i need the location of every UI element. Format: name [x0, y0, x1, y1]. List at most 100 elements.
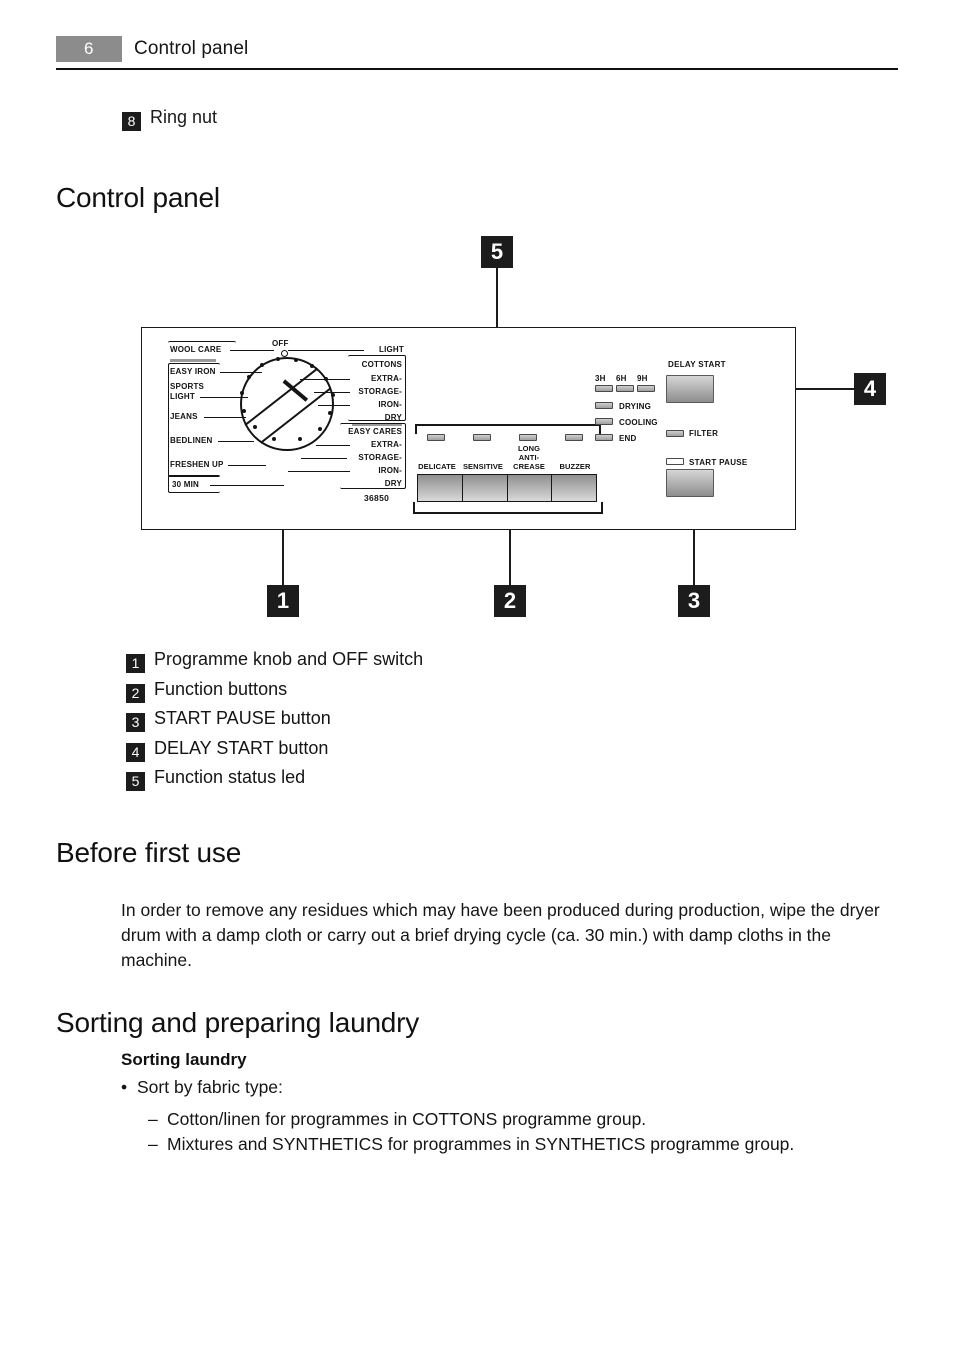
knob-leader-easy-storage	[301, 458, 347, 460]
dash-icon: –	[148, 1109, 158, 1129]
programme-knob-assembly: OFF WOOL CARE EASY IRON SPORTS LIGHT JEA…	[168, 339, 406, 503]
led-cooling	[595, 418, 613, 425]
callout-4-leader-line	[690, 388, 856, 390]
control-panel-outline	[141, 327, 796, 530]
knob-leader-jeans	[204, 417, 246, 419]
led-9h	[637, 385, 655, 392]
hour-label-9h: 9H	[637, 374, 648, 383]
legend-item-2: 2 Function buttons	[126, 675, 646, 705]
heading-before-first-use: Before first use	[56, 836, 242, 868]
status-label-drying: DRYING	[619, 402, 652, 411]
knob-leader-wool-care	[230, 350, 274, 352]
knob-tick	[310, 364, 314, 368]
legend-number-5: 5	[126, 772, 145, 791]
before-first-use-paragraph: In order to remove any residues which ma…	[121, 899, 880, 970]
callout-5: 5	[481, 236, 513, 268]
legend-label-1: Programme knob and OFF switch	[154, 649, 424, 669]
page-number: 6	[56, 36, 122, 62]
knob-tick	[260, 363, 264, 367]
function-status-led-bracket	[415, 424, 601, 434]
knob-label-bedlinen: BEDLINEN	[170, 436, 213, 445]
led-start-pause	[666, 458, 684, 465]
led-filter	[666, 430, 684, 437]
knob-leader-easy-iron-2	[288, 471, 350, 473]
knob-leader-cottons-storage	[314, 392, 350, 394]
led-delicate	[427, 434, 445, 441]
function-label-long: LONG	[517, 444, 541, 453]
function-label-buzzer: BUZZER	[559, 462, 591, 471]
bullet-text: Sort by fabric type:	[137, 1077, 283, 1097]
knob-label-cottons-iron: IRON-	[378, 400, 402, 409]
knob-band-icon	[240, 357, 334, 451]
dash-text-1: Cotton/linen for programmes in COTTONS p…	[167, 1109, 647, 1129]
knob-leader-easy-iron	[220, 372, 262, 374]
sensitive-button[interactable]	[462, 475, 508, 501]
legend-number-1: 1	[126, 654, 145, 673]
knob-group-bar-2	[352, 423, 402, 426]
start-pause-label: START PAUSE	[689, 458, 748, 467]
legend-item-1: 1 Programme knob and OFF switch	[126, 645, 646, 675]
hour-label-3h: 3H	[595, 374, 606, 383]
ring-nut-number: 8	[122, 112, 141, 131]
buzzer-button[interactable]	[552, 475, 596, 501]
knob-leader-easy-extra	[316, 445, 350, 447]
knob-label-easy-iron-2: IRON-	[378, 466, 402, 475]
knob-group-wool-care-top	[168, 341, 236, 359]
knob-leader-cottons-iron	[318, 405, 350, 407]
callout-2-leader-line	[509, 508, 511, 586]
led-end	[595, 434, 613, 441]
status-label-end: END	[619, 434, 637, 443]
callout-3-leader-line	[693, 487, 695, 586]
delay-start-button[interactable]	[666, 375, 714, 403]
subheading-sorting-laundry: Sorting laundry	[121, 1050, 247, 1069]
led-sensitive	[473, 434, 491, 441]
hour-label-6h: 6H	[616, 374, 627, 383]
knob-label-easy-cares: EASY CARES	[348, 427, 402, 436]
led-buzzer	[565, 434, 583, 441]
knob-leader-bedlinen	[218, 441, 254, 443]
long-anti-crease-button[interactable]	[507, 475, 553, 501]
knob-label-sports: SPORTS	[170, 382, 205, 391]
knob-tick	[328, 411, 332, 415]
knob-label-off: OFF	[272, 339, 289, 348]
bullet-dot-icon: •	[121, 1077, 128, 1097]
dash-text-2: Mixtures and SYNTHETICS for programmes i…	[167, 1134, 795, 1154]
legend-item-5: 5 Function status led	[126, 763, 646, 793]
led-drying	[595, 402, 613, 409]
knob-tick	[294, 358, 298, 362]
ring-nut-item: 8 Ring nut	[122, 106, 217, 131]
knob-leader-light-right	[288, 350, 364, 352]
knob-group-easy-cares	[340, 423, 406, 489]
function-label-delicate: DELICATE	[418, 462, 456, 471]
knob-leader-30-min	[210, 485, 284, 487]
led-6h	[616, 385, 634, 392]
dash-icon: –	[148, 1134, 158, 1154]
dash-item-cotton-linen: – Cotton/linen for programmes in COTTONS …	[148, 1107, 646, 1132]
header-title: Control panel	[134, 38, 249, 59]
function-buttons-bracket	[413, 502, 603, 514]
knob-label-jeans: JEANS	[170, 412, 198, 421]
legend-number-2: 2	[126, 683, 145, 703]
knob-label-easy-extra: EXTRA-	[371, 440, 402, 449]
control-panel-diagram: 5 4 1 2 3 OFF WOOL CARE EASY IRON SPORTS…	[0, 0, 954, 640]
delicate-button[interactable]	[418, 475, 463, 501]
knob-tick	[298, 437, 302, 441]
function-buttons-block: DELICATE SENSITIVE LONG ANTI- CREASE BUZ…	[413, 424, 603, 514]
function-label-sensitive: SENSITIVE	[462, 462, 504, 471]
programme-knob[interactable]	[240, 357, 334, 451]
knob-tick	[253, 425, 257, 429]
knob-tick	[242, 409, 246, 413]
knob-label-cottons-extra: EXTRA-	[371, 374, 402, 383]
knob-off-indicator-icon	[281, 350, 288, 357]
ring-nut-label: Ring nut	[150, 107, 218, 127]
knob-group-30-min	[168, 475, 220, 493]
knob-label-cottons-dry: DRY	[384, 413, 402, 422]
heading-control-panel: Control panel	[56, 181, 220, 213]
bullet-sort-by-fabric-type: • Sort by fabric type:	[121, 1075, 283, 1100]
knob-group-left	[168, 363, 220, 477]
knob-leader-sports-light	[200, 397, 248, 399]
diagram-legend: 1 Programme knob and OFF switch 2 Function…	[126, 645, 646, 793]
knob-leader-freshen-up	[228, 465, 266, 467]
dash-item-mixtures-synthetics: – Mixtures and SYNTHETICS for programmes …	[148, 1132, 794, 1157]
start-pause-button[interactable]	[666, 469, 714, 497]
